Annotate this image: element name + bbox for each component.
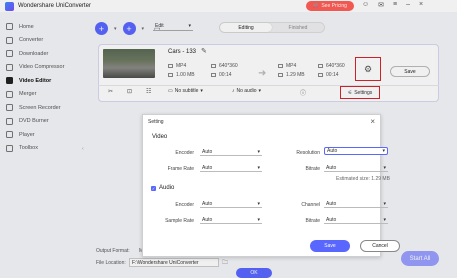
- chevron-down-icon: ▾: [383, 200, 386, 207]
- chevron-down-icon: ▾: [257, 148, 260, 155]
- video-encoder-select[interactable]: Auto ▾: [200, 148, 262, 156]
- chevron-down-icon: ▾: [382, 148, 385, 154]
- encoder-label: Encoder: [175, 150, 194, 156]
- chevron-down-icon: ▾: [383, 164, 386, 171]
- dialog-save-button[interactable]: Save: [310, 240, 350, 252]
- chevron-down-icon: ▾: [383, 216, 386, 223]
- close-icon[interactable]: ×: [370, 117, 375, 126]
- audio-bitrate-label: Bitrate: [305, 218, 320, 224]
- channel-select[interactable]: Auto ▾: [324, 200, 388, 208]
- video-section-title: Video: [152, 134, 168, 140]
- video-bitrate-select[interactable]: Auto ▾: [324, 164, 388, 172]
- channel-label: Channel: [301, 202, 320, 208]
- app-window: Wondershare UniConverter 🛒 See Pricing ☺…: [0, 0, 457, 278]
- setting-dialog: Setting ×: [142, 114, 381, 257]
- dialog-cancel-button[interactable]: Cancel: [360, 240, 400, 252]
- frame-rate-label: Frame Rate: [167, 166, 194, 172]
- checkmark-icon: ✓: [151, 186, 156, 191]
- estimated-size: Estimated size: 1.29 MB: [336, 176, 390, 182]
- audio-encoder-label: Encoder: [175, 202, 194, 208]
- sample-rate-label: Sample Rate: [165, 218, 194, 224]
- bitrate-label: Bitrate: [305, 166, 320, 172]
- chevron-down-icon: ▾: [257, 200, 260, 207]
- audio-encoder-select[interactable]: Auto ▾: [200, 200, 262, 208]
- audio-checkbox[interactable]: ✓: [151, 186, 156, 191]
- audio-section-title: Audio: [159, 185, 175, 191]
- audio-bitrate-select[interactable]: Auto ▾: [324, 216, 388, 224]
- frame-rate-select[interactable]: Auto ▾: [200, 164, 262, 172]
- chevron-down-icon: ▾: [257, 164, 260, 171]
- sample-rate-select[interactable]: Auto ▾: [200, 216, 262, 224]
- dialog-title: Setting: [148, 119, 164, 125]
- resolution-label: Resolution: [296, 150, 320, 156]
- chevron-down-icon: ▾: [257, 216, 260, 223]
- resolution-select[interactable]: Auto ▾: [324, 147, 388, 155]
